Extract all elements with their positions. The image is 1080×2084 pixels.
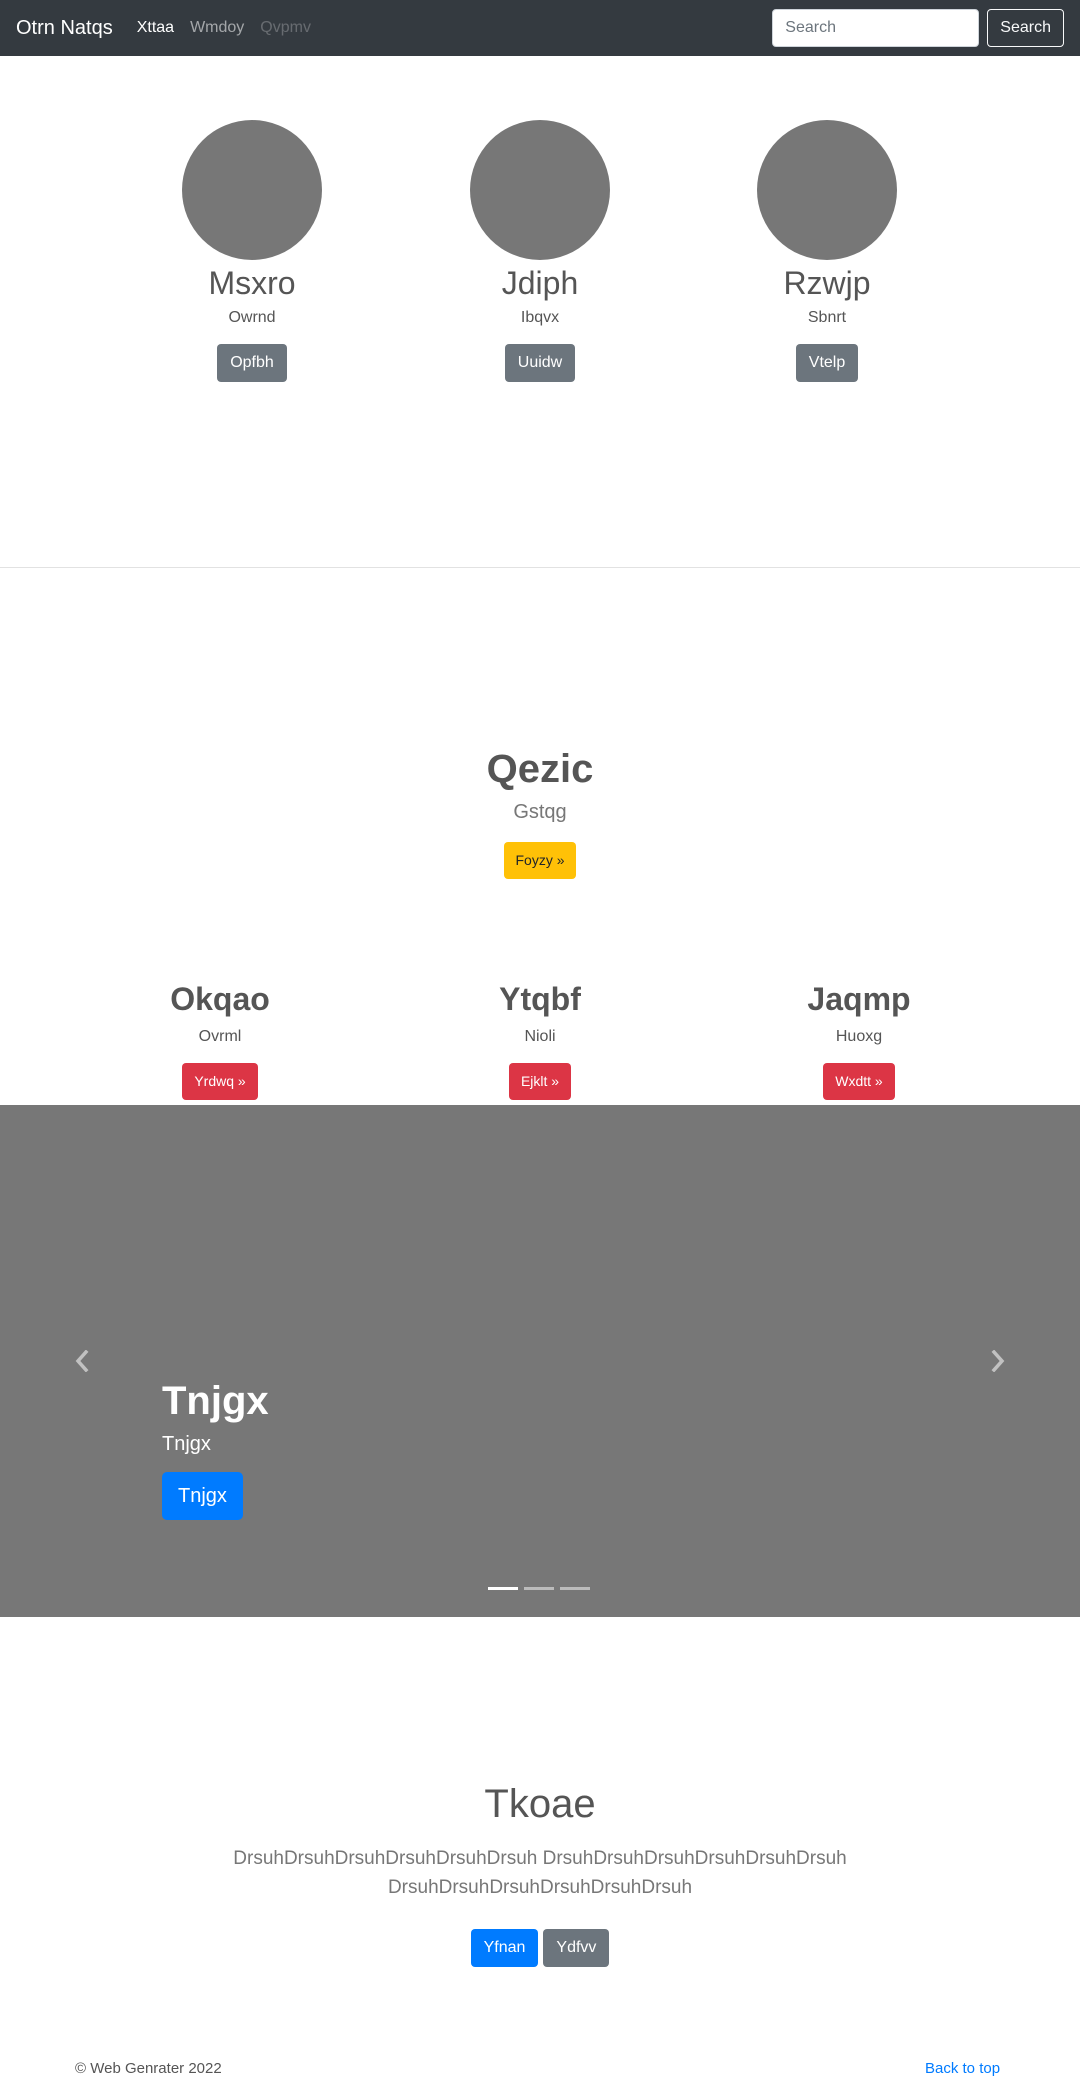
search-button[interactable]: Search (987, 9, 1064, 47)
member-name: Msxro (208, 265, 296, 301)
search-form: Search (772, 9, 1064, 47)
avatar (182, 120, 322, 260)
copyright-text: © Web Genrater 2022 (75, 2060, 222, 2077)
carousel-title: Tnjgx (162, 1379, 269, 1423)
team-section: Msxro Owrnd Opfbh Jdiph Ibqvx Uuidw Rzwj… (0, 56, 1080, 568)
chevron-right-icon (991, 1350, 1005, 1372)
carousel: Tnjgx Tnjgx Tnjgx (0, 1105, 1080, 1617)
hero-button[interactable]: Foyzy » (504, 842, 576, 879)
chevron-left-icon (75, 1350, 89, 1372)
search-input[interactable] (772, 9, 980, 47)
back-to-top-link[interactable]: Back to top (925, 2060, 1000, 2077)
carousel-indicator-3[interactable] (560, 1587, 590, 1590)
carousel-caption: Tnjgx Tnjgx Tnjgx (162, 1377, 269, 1520)
jumbotron-lead: DrsuhDrsuhDrsuhDrsuhDrsuhDrsuh DrsuhDrsu… (233, 1848, 847, 1899)
team-member: Rzwjp Sbnrt Vtelp (727, 120, 927, 383)
navbar: Otrn Natqs Xttaa Wmdoy Qvpmv Search (0, 0, 1080, 56)
footer: © Web Genrater 2022 Back to top (0, 2060, 1080, 2084)
nav-links: Xttaa Wmdoy Qvpmv (137, 19, 311, 37)
feature-title: Ytqbf (499, 981, 581, 1017)
feature-title: Okqao (170, 981, 270, 1017)
member-button-vtelp[interactable]: Vtelp (795, 344, 859, 383)
carousel-indicator-2[interactable] (524, 1587, 554, 1590)
jumbotron: Tkoae DrsuhDrsuhDrsuhDrsuhDrsuhDrsuh Drs… (0, 1780, 1080, 1967)
nav-link-xttaa[interactable]: Xttaa (137, 19, 174, 37)
hero-section: Qezic Gstqg Foyzy » (0, 745, 1080, 879)
feature-subtitle: Ovrml (198, 1028, 242, 1046)
carousel-prev-button[interactable] (62, 1341, 102, 1381)
feature-column: Okqao Ovrml Yrdwq » (100, 980, 340, 1101)
feature-subtitle: Nioli (524, 1028, 556, 1046)
member-subtitle: Owrnd (228, 309, 276, 327)
carousel-button[interactable]: Tnjgx (162, 1472, 243, 1520)
navbar-brand[interactable]: Otrn Natqs (16, 17, 113, 40)
feature-subtitle: Huoxg (835, 1028, 883, 1046)
carousel-subtitle: Tnjgx (162, 1433, 211, 1455)
jumbotron-buttons: Yfnan Ydfvv (0, 1928, 1080, 1967)
nav-link-qvpmv: Qvpmv (260, 19, 311, 36)
feature-button-yrdwq[interactable]: Yrdwq » (182, 1063, 258, 1101)
member-name: Jdiph (501, 265, 579, 301)
feature-button-wxdtt[interactable]: Wxdtt » (823, 1063, 895, 1101)
member-subtitle: Ibqvx (520, 309, 560, 327)
carousel-next-button[interactable] (978, 1341, 1018, 1381)
nav-link-wmdoy[interactable]: Wmdoy (190, 19, 244, 37)
feature-column: Ytqbf Nioli Ejklt » (420, 980, 660, 1101)
member-button-uuidw[interactable]: Uuidw (504, 344, 576, 383)
hero-subtitle: Gstqg (513, 801, 567, 823)
feature-column: Jaqmp Huoxg Wxdtt » (739, 980, 979, 1101)
avatar (757, 120, 897, 260)
team-member: Jdiph Ibqvx Uuidw (440, 120, 640, 383)
hero-title: Qezic (486, 747, 594, 791)
jumbotron-title: Tkoae (484, 1782, 596, 1826)
member-name: Rzwjp (783, 265, 871, 301)
jumbotron-secondary-button[interactable]: Ydfvv (543, 1928, 610, 1967)
jumbotron-primary-button[interactable]: Yfnan (470, 1928, 539, 1967)
carousel-indicator-1[interactable] (488, 1587, 518, 1590)
member-button-opfbh[interactable]: Opfbh (217, 344, 287, 383)
avatar (470, 120, 610, 260)
team-member: Msxro Owrnd Opfbh (152, 120, 352, 383)
carousel-indicators (488, 1587, 590, 1590)
feature-title: Jaqmp (807, 981, 911, 1017)
member-subtitle: Sbnrt (807, 309, 847, 327)
feature-button-ejklt[interactable]: Ejklt » (508, 1063, 572, 1101)
